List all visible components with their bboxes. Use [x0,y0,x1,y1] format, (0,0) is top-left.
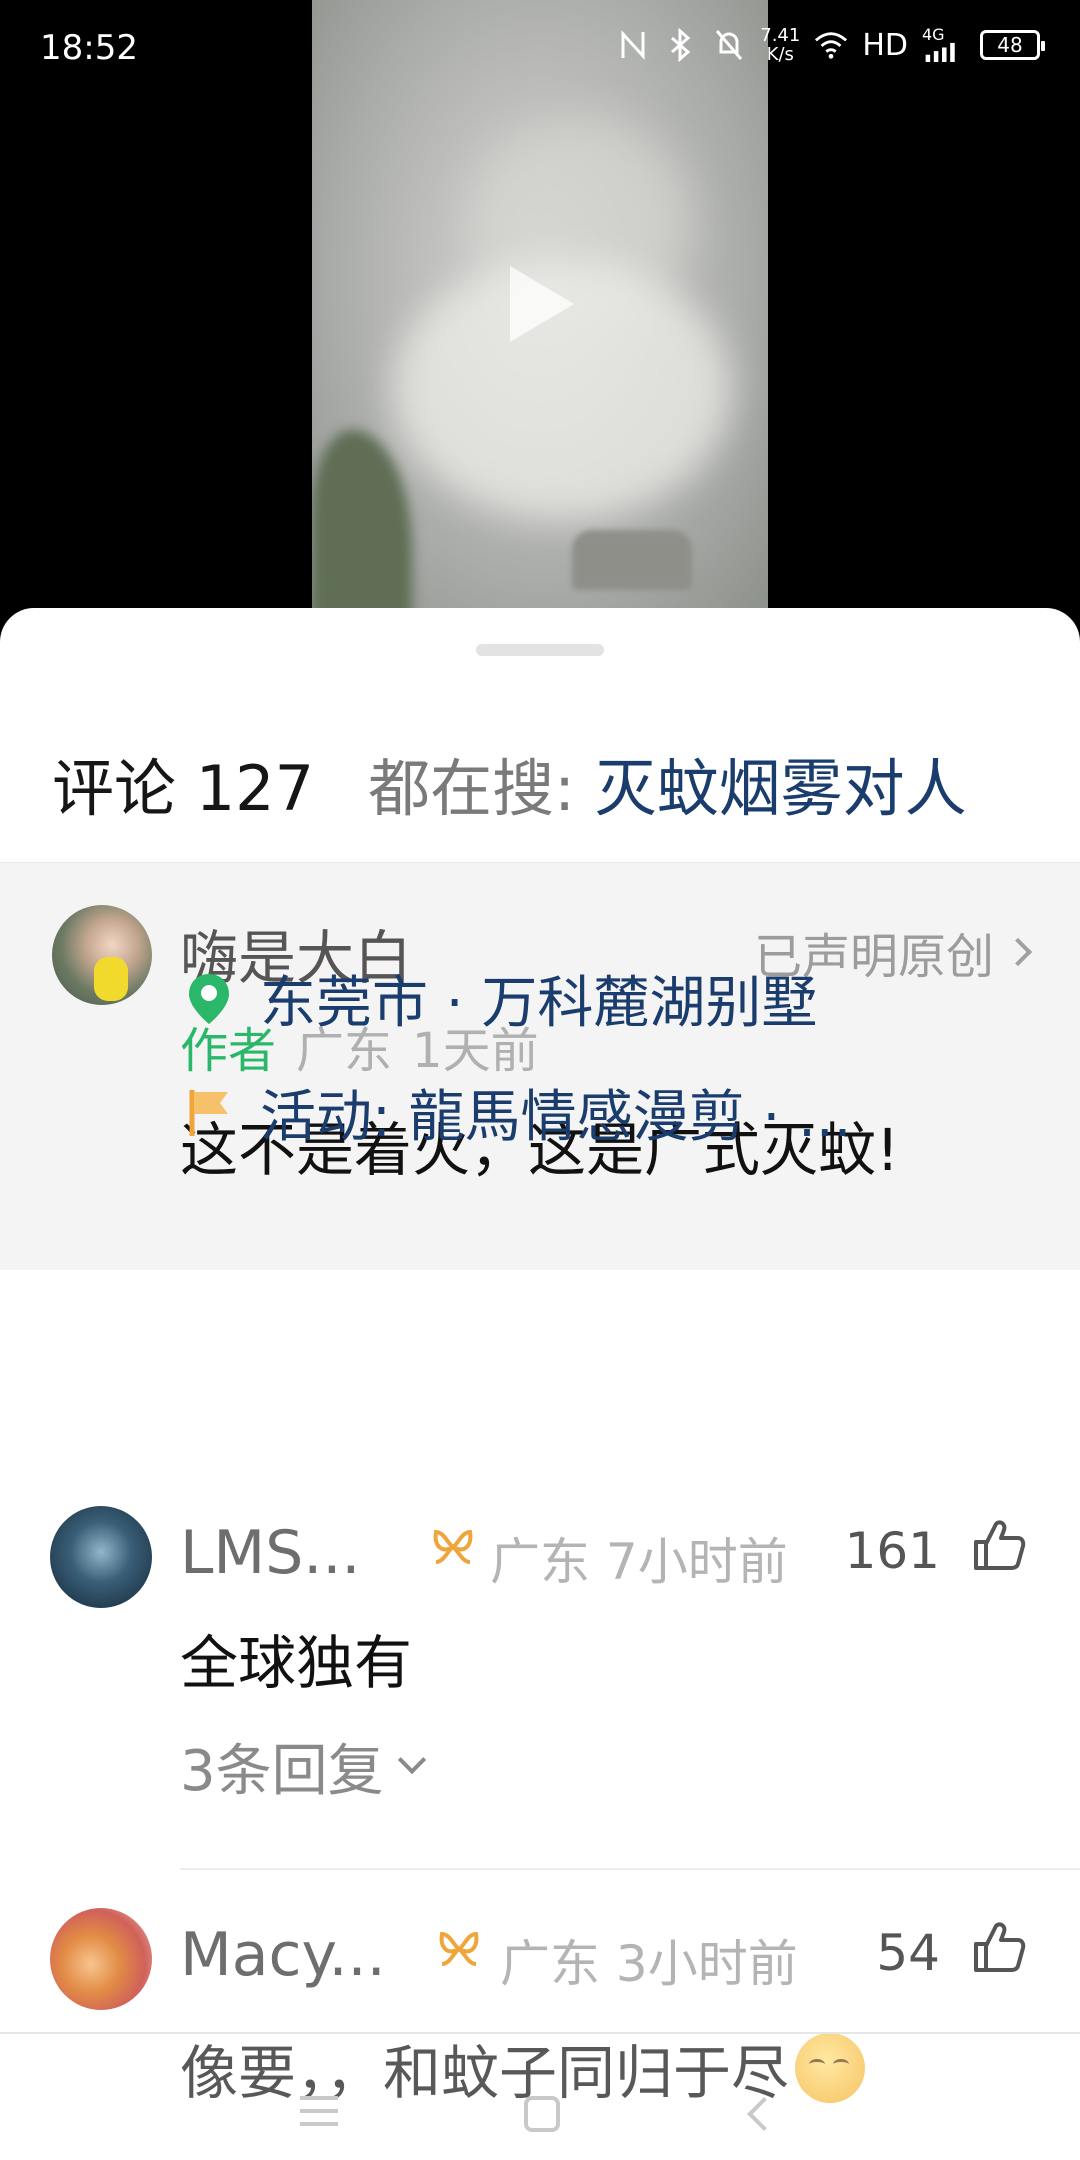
location-pin-icon [189,973,229,1024]
flag-icon [189,1089,228,1136]
battery-icon: 48 [980,30,1045,60]
thumbs-up-icon[interactable] [970,1918,1028,1976]
chevron-right-icon [1003,937,1033,967]
avatar[interactable] [50,1908,152,2010]
signal-icon: 4G [922,27,966,62]
view-replies-button[interactable]: 3条回复 [180,1726,426,1807]
net-speed: 7.41 K/s [760,25,801,65]
divider [180,1868,1080,1870]
bluetooth-icon [664,28,698,62]
author-post: 嗨是大白 已声明原创 作者 广东 1天前 这不是着火，这是广式灭蚊! [0,862,1080,1270]
home-icon[interactable] [524,2096,560,2132]
comment-meta: 广东 3小时前 [500,1935,798,1993]
chevron-down-icon [397,1745,426,1774]
comments-count: 评论 127 [52,752,315,825]
search-suggestion[interactable]: 都在搜: 灭蚊烟雾对人 [368,738,967,828]
activity-link[interactable]: 活动: 龍馬情感漫剪 · ... [186,1072,851,1153]
comments-header: 评论 127 都在搜: 灭蚊烟雾对人 [52,738,1042,828]
comment-text: 全球独有 [180,1629,413,1697]
thumbs-up-icon[interactable] [970,1516,1028,1574]
user-badge-icon [439,1931,479,1966]
location-link[interactable]: 东莞市 · 万科麓湖别墅 [186,958,817,1039]
avatar[interactable] [52,905,152,1005]
comments-sheet: 评论 127 都在搜: 灭蚊烟雾对人 嗨是大白 已声明原创 作者 广东 1天前 … [0,608,1080,2160]
avatar[interactable] [50,1506,152,1608]
search-suggestion-term[interactable]: 灭蚊烟雾对人 [595,752,967,825]
mute-bell-icon [712,28,746,62]
play-icon[interactable] [510,266,574,342]
wifi-icon [814,28,848,62]
status-bar: 18:52 7.41 K/s HD 4G 48 [0,0,1080,100]
status-icons: 7.41 K/s HD 4G 48 [616,25,1045,65]
user-badge-icon [433,1529,473,1564]
system-nav-bar [0,2032,1080,2160]
commenter-name[interactable]: LMS... [180,1518,361,1588]
drag-handle[interactable] [476,644,604,656]
like-count: 161 [844,1522,940,1580]
car [572,530,692,590]
hd-label: HD [862,27,908,63]
status-time: 18:52 [40,28,138,68]
menu-icon[interactable] [300,2096,338,2126]
comment-meta: 广东 7小时前 [490,1533,788,1591]
like-count: 54 [876,1924,940,1982]
commenter-name[interactable]: Macy... [180,1920,386,1990]
tree [312,430,412,610]
back-icon[interactable] [747,2097,781,2131]
nfc-icon [616,28,650,62]
